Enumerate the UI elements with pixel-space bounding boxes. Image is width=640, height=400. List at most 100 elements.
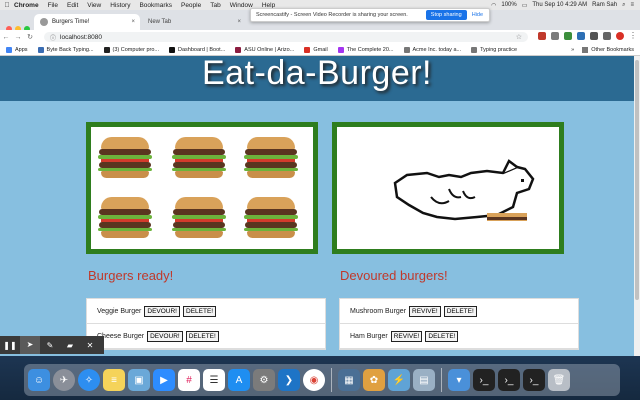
delete-button[interactable]: DELETE!: [185, 330, 219, 342]
bookmark-computer-pro[interactable]: (3) Computer pro...: [103, 46, 159, 53]
terminal-icon[interactable]: ›_: [498, 369, 520, 391]
bookmark-asu[interactable]: ASU Online | Arizo...: [235, 46, 294, 53]
terminal-icon[interactable]: ›_: [523, 369, 545, 391]
revive-button[interactable]: REVIVE!: [390, 330, 423, 342]
bookmark-gmail[interactable]: Gmail: [304, 46, 328, 53]
downloads-icon[interactable]: ▾: [448, 369, 470, 391]
info-icon[interactable]: ⓘ: [50, 33, 56, 42]
reading-list-icon[interactable]: [603, 32, 611, 40]
menu-history[interactable]: History: [110, 2, 130, 9]
cursor-icon[interactable]: ➤: [20, 336, 40, 354]
delete-button[interactable]: DELETE!: [425, 330, 459, 342]
scrollbar-thumb[interactable]: [635, 60, 639, 300]
menu-bookmarks[interactable]: Bookmarks: [139, 2, 172, 9]
back-icon[interactable]: ←: [0, 34, 12, 41]
photos-icon[interactable]: ▤: [413, 369, 435, 391]
more-menu-icon[interactable]: ⋮: [629, 32, 637, 40]
bookmarks-bar: Apps Byte Back Typing... (3) Computer pr…: [0, 44, 640, 56]
hide-banner-button[interactable]: Hide: [472, 12, 483, 18]
tab-new-tab[interactable]: New Tab ×: [142, 14, 246, 30]
list-item: Cheese Burger DEVOUR! DELETE!: [87, 324, 325, 349]
notes-icon[interactable]: ≡: [103, 369, 125, 391]
profile-avatar[interactable]: [616, 32, 624, 40]
menu-edit[interactable]: Edit: [67, 2, 78, 9]
bookmark-label: Dashboard | Boot...: [178, 46, 226, 53]
reload-icon[interactable]: ↻: [24, 33, 36, 41]
safari-icon[interactable]: ✧: [78, 369, 100, 391]
menubar-user[interactable]: Ram Sah: [592, 2, 617, 8]
apple-icon[interactable]: : [0, 2, 14, 9]
pause-icon[interactable]: ❚❚: [0, 341, 20, 350]
close-icon[interactable]: ×: [237, 19, 241, 25]
tab-burgers-time[interactable]: Burgers Time! ×: [34, 14, 140, 30]
bookmark-dashboard[interactable]: Dashboard | Boot...: [169, 46, 226, 53]
preferences-icon[interactable]: ⚙: [253, 369, 275, 391]
bookmark-byte-back[interactable]: Byte Back Typing...: [37, 46, 94, 53]
burger-name: Veggie Burger: [97, 307, 142, 315]
network-icon[interactable]: ⚡: [388, 369, 410, 391]
menu-window[interactable]: Window: [230, 2, 253, 9]
slack-icon[interactable]: #: [178, 369, 200, 391]
forward-icon[interactable]: →: [12, 34, 24, 41]
burgers-ready-heading: Burgers ready!: [88, 268, 174, 283]
revive-button[interactable]: REVIVE!: [409, 305, 441, 317]
delete-button[interactable]: DELETE!: [183, 305, 217, 317]
extension-icon[interactable]: [538, 32, 546, 40]
appstore-icon[interactable]: A: [228, 369, 250, 391]
finder-icon[interactable]: ☺: [28, 369, 50, 391]
zoom-icon[interactable]: ▶: [153, 369, 175, 391]
burger-picture: [97, 195, 153, 239]
apps-grid-icon: [6, 46, 12, 53]
terminal-icon[interactable]: ›_: [473, 369, 495, 391]
devour-button[interactable]: DEVOUR!: [144, 305, 180, 317]
trash-icon[interactable]: 🗑: [548, 369, 570, 391]
other-bookmarks[interactable]: » Other Bookmarks: [571, 46, 634, 53]
bookmark-apps[interactable]: Apps: [6, 46, 28, 53]
battery-percent[interactable]: 100%: [501, 2, 516, 8]
burger-picture: [243, 195, 299, 239]
stop-sharing-button[interactable]: Stop sharing: [425, 10, 467, 20]
menu-people[interactable]: People: [181, 2, 201, 9]
launchpad-icon[interactable]: ✈: [53, 369, 75, 391]
bookmark-complete[interactable]: The Complete 20...: [337, 46, 394, 53]
chrome-icon[interactable]: ◉: [303, 369, 325, 391]
reminders-icon[interactable]: ☰: [203, 369, 225, 391]
wifi-icon[interactable]: ◠: [491, 2, 496, 9]
close-icon[interactable]: ×: [131, 19, 135, 25]
puzzle-icon[interactable]: [590, 32, 598, 40]
menu-file[interactable]: File: [48, 2, 58, 9]
paint-icon[interactable]: ✿: [363, 369, 385, 391]
vertical-scrollbar[interactable]: [634, 56, 640, 356]
menu-tab[interactable]: Tab: [210, 2, 220, 9]
preview-icon[interactable]: ▣: [128, 369, 150, 391]
address-bar[interactable]: ⓘ localhost:8080 ☆: [44, 32, 528, 42]
search-icon[interactable]: ⌕: [622, 2, 625, 9]
eraser-icon[interactable]: ▰: [60, 341, 80, 350]
burger-picture: [171, 135, 227, 179]
page-viewport: Eat-da-Burger! Burgers ready! Devoured b…: [0, 56, 634, 356]
bookmark-label: Byte Back Typing...: [46, 46, 94, 53]
more-bookmarks-icon[interactable]: »: [571, 47, 574, 53]
bookmark-acme[interactable]: Acme Inc. today a...: [403, 46, 461, 53]
menu-list-icon[interactable]: ≡: [630, 2, 634, 8]
extension-icon[interactable]: [577, 32, 585, 40]
pen-icon[interactable]: ✎: [40, 341, 60, 350]
address-url[interactable]: localhost:8080: [60, 34, 102, 41]
list-item: Veggie Burger DEVOUR! DELETE!: [87, 299, 325, 324]
file-icon: [471, 46, 478, 53]
bookmark-typing[interactable]: Typing practice: [471, 46, 517, 53]
bookmark-star-icon[interactable]: ☆: [516, 33, 522, 41]
extension-icon[interactable]: [551, 32, 559, 40]
menu-view[interactable]: View: [87, 2, 101, 9]
devour-button[interactable]: DEVOUR!: [147, 330, 183, 342]
extension-icon[interactable]: [564, 32, 572, 40]
delete-button[interactable]: DELETE!: [443, 305, 477, 317]
vscode-icon[interactable]: ❯: [278, 369, 300, 391]
menu-app-chrome[interactable]: Chrome: [14, 2, 39, 9]
file-icon: [403, 46, 410, 53]
folder-icon: [582, 46, 589, 53]
menubar-datetime[interactable]: Thu Sep 10 4:29 AM: [532, 2, 587, 8]
screenshot-icon[interactable]: ▦: [338, 369, 360, 391]
close-icon[interactable]: ✕: [80, 341, 100, 350]
list-item: Ham Burger REVIVE! DELETE!: [340, 324, 578, 349]
